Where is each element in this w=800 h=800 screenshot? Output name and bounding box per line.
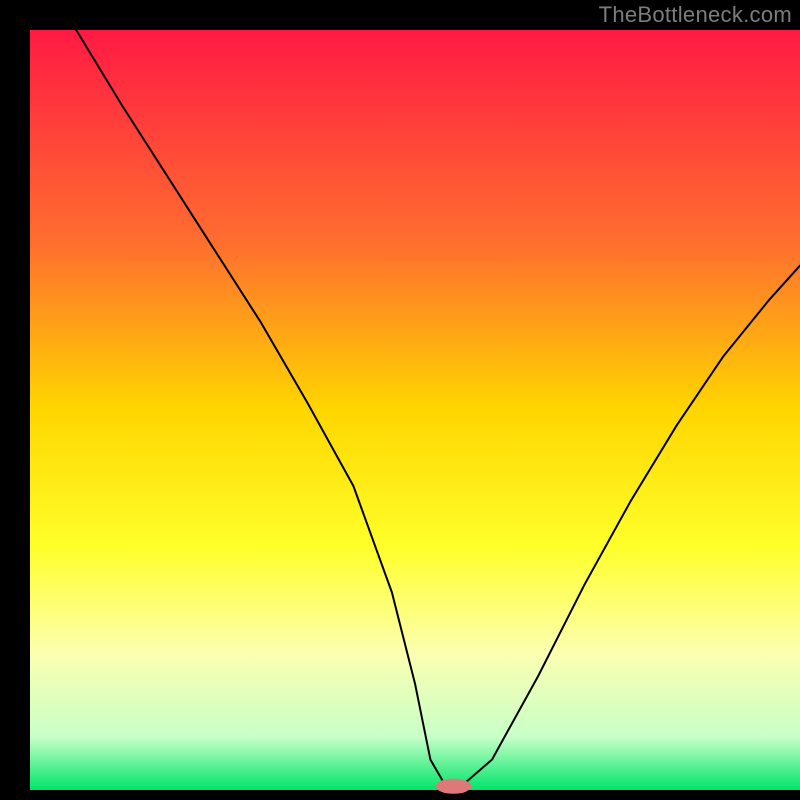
bottleneck-chart [0,0,800,800]
optimum-marker [436,779,471,794]
chart-frame: TheBottleneck.com [0,0,800,800]
gradient-background [30,30,800,790]
watermark-text: TheBottleneck.com [599,2,792,28]
